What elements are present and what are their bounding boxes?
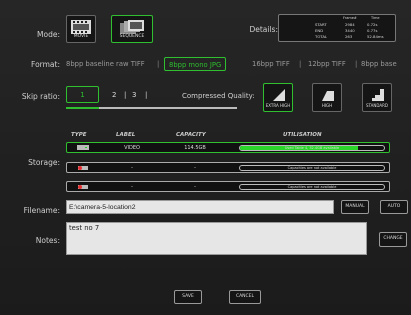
format-option-12bpp-tiff[interactable]: 12bpp TIFF <box>308 57 346 71</box>
format-separator: | <box>355 60 358 68</box>
skip-ratio-3-button[interactable]: 3 <box>132 91 136 99</box>
skip-separator: | <box>124 91 127 99</box>
mode-label: Mode: <box>37 30 60 39</box>
details-total-time: 52.84ms <box>367 34 384 39</box>
notes-textarea[interactable]: test no 7 <box>66 222 367 255</box>
storage-label: Storage: <box>28 158 60 167</box>
storage-row-utilisation-text: Capacities are not available <box>287 165 337 170</box>
details-end-label: END <box>315 28 324 33</box>
quality-standard-button[interactable]: STANDARD <box>362 83 392 112</box>
skip-ratio-1-label: 1 <box>80 91 85 99</box>
storage-row-capacity: - <box>194 184 196 190</box>
details-panel: Frame# Time START 2984 0.72s END 3440 0.… <box>278 14 396 42</box>
filename-label: Filename: <box>23 206 60 215</box>
format-option-16bpp-tiff[interactable]: 16bpp TIFF <box>252 57 290 71</box>
format-option-raw-tiff[interactable]: 8bpp baseline raw TIFF <box>66 57 145 71</box>
quality-extra-high-label: EXTRA HIGH <box>265 103 291 108</box>
format-option-mono-jpg[interactable]: 8bpp mono JPG <box>164 57 227 71</box>
storage-row-utilisation-bar: Used Table 4, 32.4GB available <box>239 144 385 151</box>
quality-standard-label: STANDARD <box>365 103 388 108</box>
skip-ratio-label: Skip ratio: <box>21 92 60 101</box>
manual-button[interactable]: MANUAL <box>341 200 369 214</box>
skip-ratio-2-button[interactable]: 2 <box>112 91 116 99</box>
quality-standard-icon <box>372 89 384 101</box>
storage-row-label: - <box>131 165 133 171</box>
details-header-time: Time <box>371 16 380 20</box>
details-start-label: START <box>315 22 327 27</box>
disconnected-drive-icon <box>78 166 88 170</box>
save-button[interactable]: SAVE <box>174 290 202 304</box>
quality-high-icon <box>322 91 334 101</box>
storage-row-utilisation-bar: Capacities are not available <box>239 183 385 190</box>
quality-label: Compressed Quality: <box>182 92 255 100</box>
storage-row[interactable]: - - Capacities are not available <box>66 162 390 173</box>
mode-movie-button[interactable]: MOVIE <box>66 15 96 43</box>
storage-row-capacity: - <box>194 165 196 171</box>
notes-label: Notes: <box>35 236 60 245</box>
cancel-button[interactable]: CANCEL <box>229 290 261 304</box>
format-option-8bpp-base[interactable]: 8bpp base <box>361 57 411 71</box>
storage-row[interactable]: - - Capacities are not available <box>66 181 390 192</box>
quality-high-label: HIGH <box>321 103 333 108</box>
storage-row-utilisation-bar: Capacities are not available <box>239 164 385 171</box>
skip-ratio-indicator <box>66 107 99 109</box>
change-button[interactable]: CHANGE <box>379 232 407 247</box>
storage-row-utilisation-text: Capacities are not available <box>287 184 337 189</box>
details-start-frame: 2984 <box>345 22 355 27</box>
hard-drive-icon <box>77 145 89 150</box>
disconnected-drive-icon <box>78 185 88 189</box>
storage-row[interactable]: VIDEO 114.5GB Used Table 4, 32.4GB avail… <box>66 142 390 153</box>
storage-header-capacity: CAPACITY <box>176 132 206 138</box>
format-label: Format: <box>31 60 60 69</box>
storage-row-capacity: 114.5GB <box>184 145 206 151</box>
details-start-time: 0.72s <box>367 22 378 27</box>
quality-high-button[interactable]: HIGH <box>312 83 342 112</box>
format-separator: | <box>157 60 160 68</box>
skip-ratio-1-button[interactable]: 1 <box>66 86 99 103</box>
quality-extra-high-button[interactable]: EXTRA HIGH <box>263 83 293 112</box>
details-total-label: TOTAL <box>315 34 328 39</box>
mode-sequence-label: SEQUENCE <box>119 34 145 39</box>
mode-sequence-button[interactable]: SEQUENCE <box>111 15 153 43</box>
storage-row-label: VIDEO <box>124 145 140 151</box>
storage-header-utilisation: UTILISATION <box>283 132 322 138</box>
details-header-frame: Frame# <box>343 16 357 20</box>
details-end-frame: 3440 <box>345 28 355 33</box>
storage-header-type: TYPE <box>71 132 87 138</box>
storage-row-label: - <box>131 184 133 190</box>
auto-button[interactable]: AUTO <box>380 200 408 214</box>
film-strip-icon <box>71 20 91 34</box>
capture-dialog: Mode: MOVIE SEQUENCE Details: Frame# Tim… <box>0 0 411 315</box>
filename-input[interactable] <box>66 200 334 214</box>
details-end-time: 0.77s <box>367 28 378 33</box>
format-separator: | <box>299 60 302 68</box>
details-label: Details: <box>249 25 278 34</box>
skip-separator: | <box>145 91 148 99</box>
details-total-frame: 263 <box>345 34 353 39</box>
quality-extra-high-icon <box>273 89 285 101</box>
storage-header-label: LABEL <box>116 132 136 138</box>
storage-row-utilisation-text: Used Table 4, 32.4GB available <box>284 145 340 150</box>
image-sequence-icon <box>120 20 144 34</box>
mode-movie-label: MOVIE <box>73 34 89 39</box>
